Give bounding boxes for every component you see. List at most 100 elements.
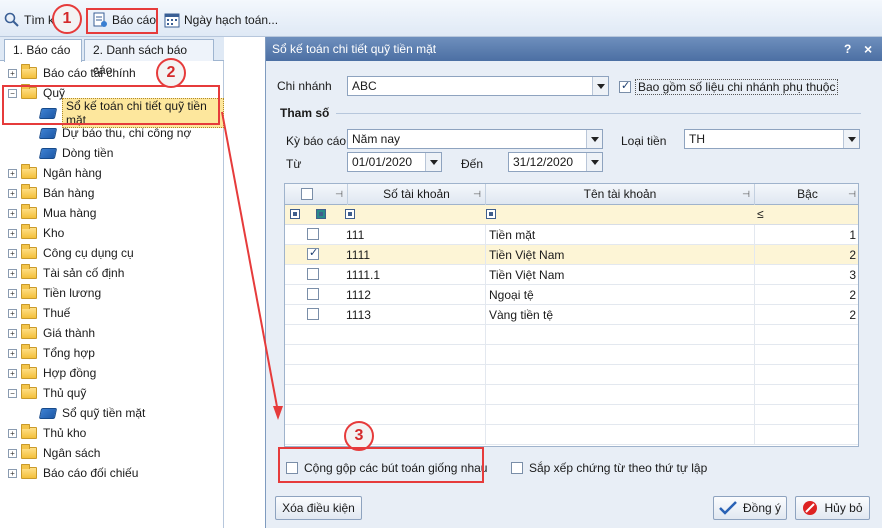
search-toolbar-item[interactable]: Tìm k <box>4 11 54 29</box>
to-date-field[interactable]: 31/12/2020 <box>508 152 603 172</box>
cell-level: 2 <box>755 245 858 265</box>
expand-icon[interactable]: + <box>8 428 17 438</box>
branch-label: Chi nhánh <box>277 79 332 93</box>
help-button[interactable]: ? <box>844 37 851 61</box>
chevron-down-icon[interactable] <box>586 130 602 148</box>
table-row[interactable]: 111 Tiền mặt 1 <box>285 225 858 245</box>
chevron-down-icon[interactable] <box>843 130 859 148</box>
params-group-title: Tham số <box>280 106 330 120</box>
include-branch-label: Bao gồm số liệu chi nhánh phụ thuộc <box>635 79 839 95</box>
tree-item-label: Sổ quỹ tiền mặt <box>62 406 146 420</box>
account-name-header[interactable]: Tên tài khoản ⊣ <box>486 184 755 205</box>
tree-item[interactable]: + Báo cáo tài chính <box>0 63 224 83</box>
table-row[interactable]: 1112 Ngoại tệ 2 <box>285 285 858 305</box>
tree-item[interactable]: + Bán hàng <box>0 183 224 203</box>
row-checkbox[interactable] <box>307 308 319 320</box>
tree-item[interactable]: + Công cụ dụng cụ <box>0 243 224 263</box>
folder-icon <box>21 384 37 399</box>
expand-icon[interactable]: + <box>8 268 17 278</box>
cell-level: 1 <box>755 225 858 245</box>
row-checkbox[interactable] <box>307 246 319 260</box>
tree-item[interactable]: + Mua hàng <box>0 203 224 223</box>
chevron-down-icon[interactable] <box>425 153 441 171</box>
expand-icon[interactable]: + <box>8 468 17 478</box>
currency-combo[interactable]: TH <box>684 129 860 149</box>
posting-date-button[interactable]: Ngày hạch toán... <box>164 11 278 29</box>
tree-item[interactable]: + Ngân sách <box>0 443 224 463</box>
tree-item[interactable]: + Thủ kho <box>0 423 224 443</box>
expand-icon[interactable]: + <box>8 308 17 318</box>
period-combo[interactable]: Năm nay <box>347 129 603 149</box>
filter-icon[interactable] <box>486 209 496 219</box>
expand-icon[interactable]: + <box>8 288 17 298</box>
filter-icon[interactable] <box>316 209 326 219</box>
branch-combo[interactable]: ABC <box>347 76 609 96</box>
folder-icon <box>21 324 37 339</box>
table-row[interactable]: 1111Tiền Việt Nam2 <box>285 245 858 265</box>
pin-icon[interactable]: ⊣ <box>848 184 856 204</box>
expand-icon[interactable]: + <box>8 68 17 78</box>
row-checkbox[interactable] <box>307 288 319 300</box>
expand-icon[interactable]: + <box>8 188 17 198</box>
folder-icon <box>21 164 37 179</box>
row-checkbox[interactable] <box>307 228 319 240</box>
tree-item[interactable]: + Ngân hàng <box>0 163 224 183</box>
account-name-header-label: Tên tài khoản <box>583 187 657 201</box>
chevron-down-icon[interactable] <box>592 77 608 95</box>
tree-item[interactable]: + Tổng hợp <box>0 343 224 363</box>
empty-cell <box>755 425 858 445</box>
from-date-field[interactable]: 01/01/2020 <box>347 152 442 172</box>
expand-icon[interactable]: + <box>8 348 17 358</box>
pin-icon[interactable]: ⊣ <box>335 184 343 204</box>
tree-item[interactable]: Sổ quỹ tiền mặt <box>0 403 224 423</box>
empty-cell <box>755 365 858 385</box>
account-number-header[interactable]: Số tài khoản ⊣ <box>348 184 486 205</box>
tab-reports[interactable]: 1. Báo cáo <box>4 39 82 62</box>
ok-button[interactable]: Đồng ý <box>713 496 787 520</box>
row-checkbox[interactable] <box>307 268 319 280</box>
tree-item[interactable]: + Hợp đồng <box>0 363 224 383</box>
include-branch-checkbox[interactable] <box>619 79 631 93</box>
collapse-icon[interactable]: − <box>8 388 17 398</box>
expand-icon[interactable]: + <box>8 448 17 458</box>
pin-icon[interactable]: ⊣ <box>742 184 750 204</box>
expand-icon[interactable]: + <box>8 208 17 218</box>
tree-item[interactable]: + Thuế <box>0 303 224 323</box>
tree-item[interactable]: + Kho <box>0 223 224 243</box>
cancel-button[interactable]: Hủy bỏ <box>795 496 870 520</box>
tree-item-label: Thủ kho <box>43 426 87 440</box>
expand-icon[interactable]: + <box>8 248 17 258</box>
cell-account: 1111 <box>343 245 486 265</box>
expand-icon[interactable]: + <box>8 228 17 238</box>
table-row[interactable]: 1111.1 Tiền Việt Nam 3 <box>285 265 858 285</box>
filter-icon[interactable] <box>290 209 300 219</box>
select-all-header[interactable]: ⊣ <box>285 184 348 205</box>
chevron-down-icon[interactable] <box>586 153 602 171</box>
from-date-value: 01/01/2020 <box>352 155 413 169</box>
level-header[interactable]: Bậc ⊣ <box>755 184 858 205</box>
sort-vouchers-checkbox[interactable] <box>511 462 523 474</box>
tree-item[interactable]: + Giá thành <box>0 323 224 343</box>
sort-vouchers-option[interactable]: Sắp xếp chứng từ theo thứ tự lập <box>511 461 707 475</box>
expand-icon[interactable]: + <box>8 328 17 338</box>
select-all-checkbox[interactable] <box>301 188 313 200</box>
cancel-icon <box>803 501 818 515</box>
tree-item[interactable]: + Tiền lương <box>0 283 224 303</box>
tree-item[interactable]: Dòng tiền <box>0 143 224 163</box>
expand-icon[interactable]: + <box>8 368 17 378</box>
table-row[interactable]: 1113 Vàng tiền tệ 2 <box>285 305 858 325</box>
tree-item[interactable]: Dự báo thu, chi công nợ <box>0 123 224 143</box>
expand-icon[interactable]: + <box>8 168 17 178</box>
tab-report-list[interactable]: 2. Danh sách báo cáo <box>84 39 214 77</box>
tree-item[interactable]: + Báo cáo đối chiếu <box>0 463 224 483</box>
params-group-divider <box>336 113 861 114</box>
close-button[interactable]: × <box>864 37 872 61</box>
tree-item-label: Ngân hàng <box>43 166 102 180</box>
tree-item[interactable]: + Tài sản cố định <box>0 263 224 283</box>
tree-item[interactable]: − Thủ quỹ <box>0 383 224 403</box>
clear-conditions-button[interactable]: Xóa điều kiện <box>275 496 362 520</box>
level-filter-operator[interactable]: ≤ <box>757 207 764 221</box>
filter-icon[interactable] <box>345 209 355 219</box>
include-branch-option[interactable]: Bao gồm số liệu chi nhánh phụ thuộc <box>619 79 839 95</box>
pin-icon[interactable]: ⊣ <box>473 184 481 204</box>
